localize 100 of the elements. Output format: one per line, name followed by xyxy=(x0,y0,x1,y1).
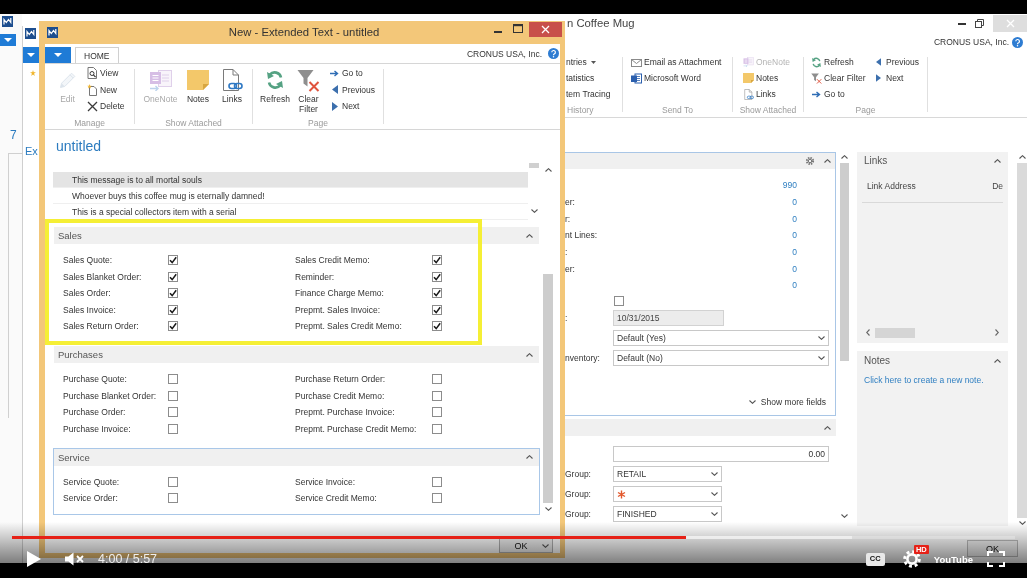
section-header[interactable]: Service xyxy=(54,448,539,466)
dropdown-field[interactable]: Default (Yes) xyxy=(613,329,829,346)
value-link[interactable]: 0 xyxy=(792,280,797,291)
checkbox[interactable] xyxy=(168,304,178,315)
checkbox[interactable] xyxy=(432,476,442,487)
fullscreen-icon[interactable] xyxy=(987,551,1005,567)
value-link[interactable]: 0 xyxy=(792,213,797,224)
ribbon-button[interactable]: Refresh xyxy=(811,54,876,70)
checkbox[interactable] xyxy=(168,255,178,266)
ribbon-button[interactable]: tem Tracing xyxy=(566,86,611,102)
chevron-up-icon[interactable] xyxy=(526,352,533,357)
dropdown-field[interactable]: Default (No) xyxy=(613,349,829,366)
ribbon-button[interactable]: Next xyxy=(329,98,376,115)
chevron-up-icon[interactable] xyxy=(994,159,1001,163)
chevron-up-icon[interactable] xyxy=(1018,155,1026,159)
ribbon-button[interactable]: Delete xyxy=(87,98,125,115)
checkbox[interactable] xyxy=(168,288,178,299)
ribbon-button[interactable]: Go to xyxy=(811,86,876,102)
checkbox[interactable] xyxy=(432,390,442,401)
chevron-left-icon[interactable] xyxy=(866,329,870,336)
checkbox[interactable] xyxy=(432,271,442,282)
chevron-up-icon[interactable] xyxy=(841,155,848,159)
ribbon-button[interactable]: Previous xyxy=(876,54,920,70)
checkbox[interactable] xyxy=(168,271,178,282)
ribbon-button[interactable]: Next xyxy=(876,70,920,86)
number-field[interactable]: 0.00 xyxy=(613,446,829,462)
checkbox[interactable] xyxy=(432,255,442,266)
value-link[interactable]: 0 xyxy=(792,197,797,207)
chevron-down-icon[interactable] xyxy=(530,209,538,213)
chevron-up-icon[interactable] xyxy=(824,159,831,163)
checkbox[interactable] xyxy=(168,493,178,504)
chevron-down-icon[interactable] xyxy=(542,544,549,548)
play-icon[interactable] xyxy=(27,551,41,567)
checkbox[interactable] xyxy=(168,423,178,434)
chevron-down-icon[interactable] xyxy=(544,507,552,511)
section-header[interactable]: Sales xyxy=(54,227,539,244)
dropdown-field[interactable]: RETAIL xyxy=(613,466,722,482)
checkbox[interactable] xyxy=(168,407,178,418)
value-link[interactable]: 990 xyxy=(782,180,797,191)
restore-icon[interactable] xyxy=(975,18,984,28)
ribbon-button[interactable]: tatistics xyxy=(566,70,611,86)
ribbon-tab[interactable]: HOME xyxy=(75,47,119,63)
ribbon-button[interactable]: Notes xyxy=(186,64,210,116)
ribbon-button[interactable]: Clear Filter xyxy=(811,70,876,86)
checkbox[interactable] xyxy=(168,390,178,401)
new-note-link[interactable]: Click here to create a new note. xyxy=(864,375,984,385)
chevron-up-icon[interactable] xyxy=(526,455,533,459)
date-field[interactable]: 10/31/2015 xyxy=(613,309,724,326)
show-more-button[interactable]: Show more fields xyxy=(748,397,826,407)
close-button[interactable] xyxy=(529,22,562,37)
app-menu-button[interactable] xyxy=(23,47,39,63)
app-menu-button[interactable] xyxy=(0,34,16,46)
chevron-right-icon[interactable] xyxy=(995,329,999,336)
checkbox[interactable] xyxy=(614,295,624,306)
checkbox[interactable] xyxy=(168,476,178,487)
scrollbar-thumb[interactable] xyxy=(543,274,553,503)
value-link[interactable]: 0 xyxy=(792,246,797,257)
chevron-up-icon[interactable] xyxy=(824,425,831,430)
ribbon-button[interactable]: View xyxy=(87,65,125,82)
ribbon-button[interactable]: New xyxy=(87,81,125,98)
help-icon[interactable] xyxy=(548,48,559,59)
ribbon-button[interactable]: ntries xyxy=(566,54,611,70)
chevron-down-icon[interactable] xyxy=(1018,521,1026,525)
ribbon-button[interactable]: Previous xyxy=(329,81,376,98)
checkbox[interactable] xyxy=(432,321,442,332)
checkbox[interactable] xyxy=(432,493,442,504)
section-header[interactable]: Purchases xyxy=(54,346,539,363)
checkbox[interactable] xyxy=(432,407,442,418)
ribbon-button[interactable]: Notes xyxy=(743,70,791,86)
chevron-up-icon[interactable] xyxy=(994,359,1001,363)
scrollbar-thumb[interactable] xyxy=(840,163,849,361)
value-link[interactable]: 0 xyxy=(792,263,797,274)
ribbon-button[interactable]: Go to xyxy=(329,65,376,82)
checkbox[interactable] xyxy=(168,374,178,385)
value-link[interactable]: 0 xyxy=(792,230,797,241)
app-menu-button[interactable] xyxy=(45,47,71,63)
checkbox[interactable] xyxy=(432,304,442,315)
chevron-down-icon[interactable] xyxy=(841,514,848,518)
scrollbar-thumb[interactable] xyxy=(1017,163,1027,518)
muted-speaker-icon[interactable] xyxy=(65,552,85,566)
chevron-up-icon[interactable] xyxy=(544,168,552,172)
dropdown-field[interactable]: FINISHED xyxy=(613,506,722,522)
ribbon-button[interactable]: Links xyxy=(221,64,243,116)
maximize-icon[interactable] xyxy=(513,24,523,33)
checkbox[interactable] xyxy=(168,321,178,332)
list-row[interactable]: This message is to all mortal souls xyxy=(53,172,528,188)
ribbon-button[interactable]: Refresh xyxy=(260,64,290,116)
scrollbar-thumb[interactable] xyxy=(875,327,915,338)
ribbon-button[interactable]: Clear Filter xyxy=(297,64,320,116)
dropdown-field[interactable] xyxy=(613,486,722,502)
ribbon-button[interactable]: Email as Attachment xyxy=(631,54,722,70)
scrollbar-thumb[interactable] xyxy=(529,163,539,168)
chevron-up-icon[interactable] xyxy=(526,233,533,238)
gear-icon[interactable] xyxy=(805,156,815,166)
help-icon[interactable] xyxy=(1012,36,1023,48)
checkbox[interactable] xyxy=(432,374,442,385)
checkbox[interactable] xyxy=(432,423,442,434)
ribbon-button[interactable]: Links xyxy=(743,86,791,102)
ribbon-button[interactable]: Microsoft Word xyxy=(631,70,722,86)
progress-track[interactable] xyxy=(12,536,1015,539)
